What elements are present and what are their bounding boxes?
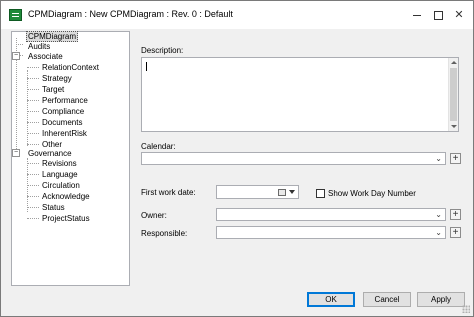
text-caret (146, 62, 147, 71)
tree-connector (27, 122, 39, 123)
tree-item-label: InherentRisk (42, 129, 87, 138)
tree-connector (27, 144, 39, 145)
add-owner-button[interactable]: + (450, 209, 461, 220)
apply-button[interactable]: Apply (417, 292, 465, 307)
tree-connector (27, 89, 39, 90)
tree-item-label: Circulation (42, 181, 80, 190)
collapse-governance-icon[interactable]: − (12, 149, 20, 157)
resize-grip-icon[interactable] (462, 305, 470, 313)
owner-combobox[interactable]: ⌄ (216, 208, 446, 221)
tree-connector (27, 78, 39, 79)
chevron-down-icon[interactable]: ⌄ (435, 229, 442, 237)
responsible-combobox[interactable]: ⌄ (216, 226, 446, 239)
add-calendar-button[interactable]: + (450, 153, 461, 164)
tree-item-label: ProjectStatus (42, 214, 90, 223)
close-button[interactable]: ✕ (452, 9, 466, 21)
tree-item-performance[interactable]: Performance (42, 95, 88, 106)
app-icon (9, 9, 22, 21)
maximize-button[interactable] (431, 9, 445, 21)
tree-item-inherentrisk[interactable]: InherentRisk (42, 128, 87, 139)
tree-item-status[interactable]: Status (42, 202, 65, 213)
tree-item-label: Strategy (42, 74, 72, 83)
first-work-date-label: First work date: (141, 188, 196, 197)
tree-item-language[interactable]: Language (42, 169, 78, 180)
tree-item-projectstatus[interactable]: ProjectStatus (42, 213, 90, 224)
ok-button[interactable]: OK (307, 292, 355, 307)
tree-connector (27, 207, 39, 208)
description-scrollbar[interactable] (448, 58, 458, 131)
tree-connector (27, 163, 39, 164)
first-work-date-picker[interactable] (216, 185, 299, 199)
tree-item-label: Audits (28, 42, 51, 51)
tree-item-label: Target (42, 85, 65, 94)
tree-connector (16, 44, 23, 45)
tree-item-label: Compliance (42, 107, 85, 116)
tree-connector (27, 174, 39, 175)
dialog-window: CPMDiagram : New CPMDiagram : Rev. 0 : D… (0, 0, 474, 317)
tree-item-associate[interactable]: Associate (28, 51, 63, 62)
tree-item-strategy[interactable]: Strategy (42, 73, 72, 84)
owner-label: Owner: (141, 211, 167, 220)
tree-connector (27, 67, 39, 68)
calendar-combobox[interactable]: ⌄ (141, 152, 446, 165)
description-label: Description: (141, 46, 184, 55)
tree-connector (27, 218, 39, 219)
tree-connector (27, 133, 39, 134)
tree-item-label: Documents (42, 118, 83, 127)
collapse-associate-icon[interactable]: − (12, 52, 20, 60)
chevron-down-icon[interactable] (289, 190, 295, 194)
calendar-label: Calendar: (141, 142, 176, 151)
tree-item-target[interactable]: Target (42, 84, 64, 95)
scroll-up-icon[interactable] (451, 61, 457, 64)
tree-connector (27, 100, 39, 101)
tree-connector (27, 185, 39, 186)
chevron-down-icon[interactable]: ⌄ (435, 211, 442, 219)
tree-item-relationcontext[interactable]: RelationContext (42, 62, 99, 73)
tree-item-acknowledge[interactable]: Acknowledge (42, 191, 90, 202)
chevron-down-icon[interactable]: ⌄ (435, 155, 442, 163)
show-work-day-number-label[interactable]: Show Work Day Number (328, 189, 416, 198)
tree-item-circulation[interactable]: Circulation (42, 180, 80, 191)
tree-item-revisions[interactable]: Revisions (42, 158, 77, 169)
tree-connector (27, 196, 39, 197)
tree-item-documents[interactable]: Documents (42, 117, 82, 128)
tree-connector (27, 70, 28, 146)
minimize-button[interactable] (410, 9, 424, 21)
title-bar[interactable]: CPMDiagram : New CPMDiagram : Rev. 0 : D… (1, 1, 473, 29)
tree-item-label: Revisions (42, 159, 77, 168)
tree-item-label: Associate (28, 52, 63, 61)
show-work-day-number-checkbox[interactable] (316, 189, 325, 198)
tree-item-label: Governance (28, 149, 72, 158)
responsible-label: Responsible: (141, 229, 188, 238)
add-responsible-button[interactable]: + (450, 227, 461, 238)
scroll-thumb[interactable] (450, 68, 457, 121)
scroll-down-icon[interactable] (451, 125, 457, 128)
tree-item-label: Performance (42, 96, 88, 105)
calendar-icon[interactable] (278, 189, 286, 196)
navigation-tree: CPMDiagram Audits − Associate RelationCo… (11, 31, 130, 286)
tree-item-label: Acknowledge (42, 192, 90, 201)
window-title: CPMDiagram : New CPMDiagram : Rev. 0 : D… (28, 9, 233, 19)
tree-item-label: Language (42, 170, 78, 179)
tree-item-compliance[interactable]: Compliance (42, 106, 84, 117)
tree-item-label: Status (42, 203, 65, 212)
description-textarea[interactable] (141, 57, 459, 132)
tree-connector (27, 111, 39, 112)
cancel-button[interactable]: Cancel (363, 292, 411, 307)
tree-item-label: RelationContext (42, 63, 99, 72)
